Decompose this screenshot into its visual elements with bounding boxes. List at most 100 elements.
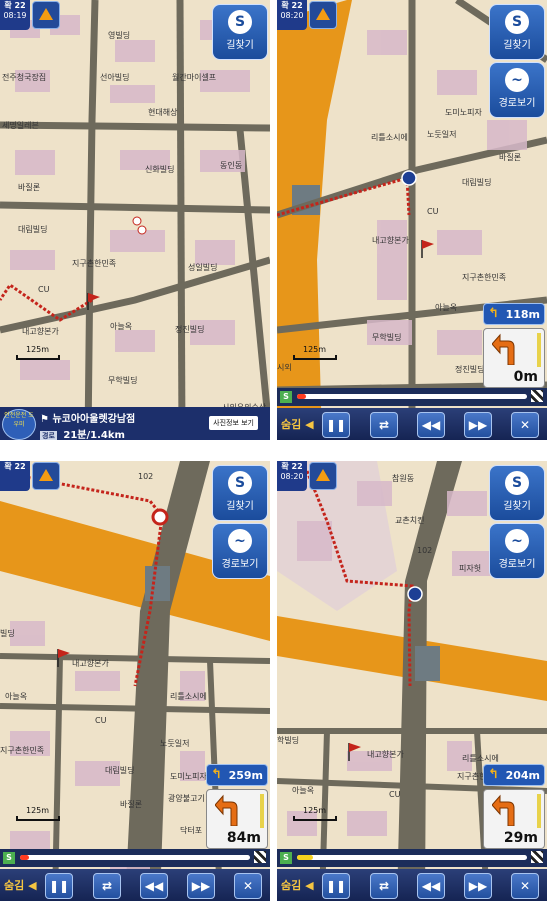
poi-label[interactable]: 월간마이셀프 [172,72,216,82]
poi-label[interactable]: 지구촌한민족 [462,272,506,282]
poi-label[interactable]: 내고향본가 [367,750,404,759]
rewind-button[interactable]: ◀◀ [417,873,445,899]
start-marker: S [280,852,292,864]
zoom-indicator[interactable]: 확 22 08:20 [277,0,307,30]
hide-button[interactable]: 숨김 ◀ [281,877,314,893]
destination-info-bar[interactable]: 안전운전 도우미 ⚑ 뉴코아아울렛강남점 경로 21분/1.4km 사진정보 보… [0,407,270,440]
poi-label[interactable]: 신화빌딩 [145,164,174,174]
compass-icon[interactable] [32,1,60,29]
compass-icon[interactable] [309,462,337,490]
poi-label[interactable]: CU [95,716,107,725]
poi-label[interactable]: 정진빌딩 [455,364,484,374]
poi-label[interactable]: 바질론 [499,152,521,162]
compass-icon[interactable] [32,462,60,490]
poi-label[interactable]: 아늘옥 [435,302,457,312]
poi-label[interactable]: 닥터포 [180,825,202,835]
poi-label[interactable]: 선아빌딩 [100,72,129,82]
route-view-button[interactable]: ~ 경로보기 [489,523,545,579]
zoom-indicator[interactable]: 확 22 08:19 [0,0,30,30]
poi-label[interactable]: 도미노피자 [445,108,482,117]
poi-label[interactable]: 성일빌딩 [188,262,217,272]
map-canvas[interactable]: 영빌딩전주청국장집 선아빌딩 월간마이셀프세명일레븐 현대해상신화빌딩 동인동바질론대림… [0,0,270,440]
poi-label[interactable]: 학빌딩 [277,735,299,745]
rewind-button[interactable]: ◀◀ [417,412,445,438]
poi-label[interactable]: 지구촌한민족 [72,258,116,268]
fast-forward-button[interactable]: ▶▶ [187,873,215,899]
poi-label[interactable]: 세명일레븐 [2,120,39,130]
fast-forward-button[interactable]: ▶▶ [464,873,492,899]
poi-label[interactable]: 영빌딩 [108,30,130,40]
poi-label[interactable]: 내고향본가 [72,659,109,668]
zoom-indicator[interactable]: 확 22 [0,461,30,491]
photo-info-button[interactable]: 사진정보 보기 [209,416,258,430]
poi-label[interactable]: 참원동 [392,473,414,483]
poi-label[interactable]: 정진빌딩 [175,324,204,334]
route-progress-bar[interactable]: S [277,388,547,406]
poi-label[interactable]: 동인동 [220,160,242,170]
route-progress-bar[interactable]: S [0,849,270,867]
turn-left-icon: ↰ [488,306,499,321]
poi-label[interactable]: 바질론 [18,182,40,192]
repeat-button[interactable]: ⇄ [93,873,121,899]
poi-label[interactable]: CU [427,207,439,216]
poi-label[interactable]: 아늘옥 [292,785,314,795]
poi-label[interactable]: 시외 [277,362,292,372]
repeat-button[interactable]: ⇄ [370,873,398,899]
map-scale: 125m [293,806,337,821]
map-panel-1: 영빌딩전주청국장집 선아빌딩 월간마이셀프세명일레븐 현대해상신화빌딩 동인동바질론대림… [0,0,270,440]
poi-label[interactable]: 무학빌딩 [108,375,137,385]
poi-label[interactable]: 피자헛 [459,564,481,573]
close-button[interactable]: ✕ [511,873,539,899]
poi-label[interactable]: 빌딩 [0,628,15,638]
route-progress-bar[interactable]: S [277,849,547,867]
poi-label[interactable]: 내고향본가 [372,236,409,245]
poi-label[interactable]: 노둣일저 [160,739,189,748]
route-search-button[interactable]: S 길찾기 [212,465,268,521]
poi-label[interactable]: 전주청국장집 [2,72,46,82]
poi-label[interactable]: CU [389,790,401,799]
poi-label[interactable]: 아늘옥 [5,691,27,701]
route-view-button[interactable]: ~ 경로보기 [212,523,268,579]
poi-label[interactable]: 도미노피자 [170,772,207,781]
route-search-label: 길찾기 [226,501,254,512]
poi-label[interactable]: 리틀소시에 [170,692,207,701]
route-search-button[interactable]: S 길찾기 [212,4,268,60]
pause-button[interactable]: ❚❚ [45,873,73,899]
safety-badge[interactable]: 안전운전 도우미 [2,409,36,440]
route-search-button[interactable]: S 길찾기 [489,4,545,60]
search-icon: S [228,10,252,34]
map-scale: 125m [293,345,337,360]
poi-label[interactable]: 102 [417,546,432,555]
poi-label[interactable]: 현대해상 [148,107,178,117]
poi-label[interactable]: 바질론 [120,799,142,809]
poi-label[interactable]: 대림빌딩 [105,765,134,775]
poi-label[interactable]: 102 [138,472,153,481]
close-button[interactable]: ✕ [511,412,539,438]
poi-label[interactable]: 대림빌딩 [462,177,491,187]
poi-label[interactable]: 리틀소시에 [462,754,499,763]
poi-label[interactable]: 교촌치킨 [395,515,424,525]
fast-forward-button[interactable]: ▶▶ [464,412,492,438]
hide-button[interactable]: 숨김 ◀ [4,877,37,893]
poi-label[interactable]: 아늘옥 [110,321,132,331]
route-view-button[interactable]: ~ 경로보기 [489,62,545,118]
hide-button[interactable]: 숨김 ◀ [281,416,314,432]
poi-label[interactable]: 무학빌딩 [372,332,401,342]
poi-label[interactable]: 노둣일저 [427,130,456,139]
poi-label[interactable]: 대림빌딩 [18,224,47,234]
zoom-indicator[interactable]: 확 22 08:20 [277,461,307,491]
close-button[interactable]: ✕ [234,873,262,899]
pause-button[interactable]: ❚❚ [322,873,350,899]
compass-icon[interactable] [309,1,337,29]
repeat-button[interactable]: ⇄ [370,412,398,438]
poi-label[interactable]: 광양불고기 [168,793,205,803]
poi-label[interactable]: 리틀소시에 [371,133,408,142]
rewind-button[interactable]: ◀◀ [140,873,168,899]
scale-label: 125m [26,806,50,815]
pause-button[interactable]: ❚❚ [322,412,350,438]
poi-label[interactable]: CU [38,285,50,294]
poi-label[interactable]: 내고향본가 [22,327,59,336]
route-view-label: 경로보기 [498,98,536,109]
poi-label[interactable]: 지구촌한민족 [0,745,44,755]
route-search-button[interactable]: S 길찾기 [489,465,545,521]
